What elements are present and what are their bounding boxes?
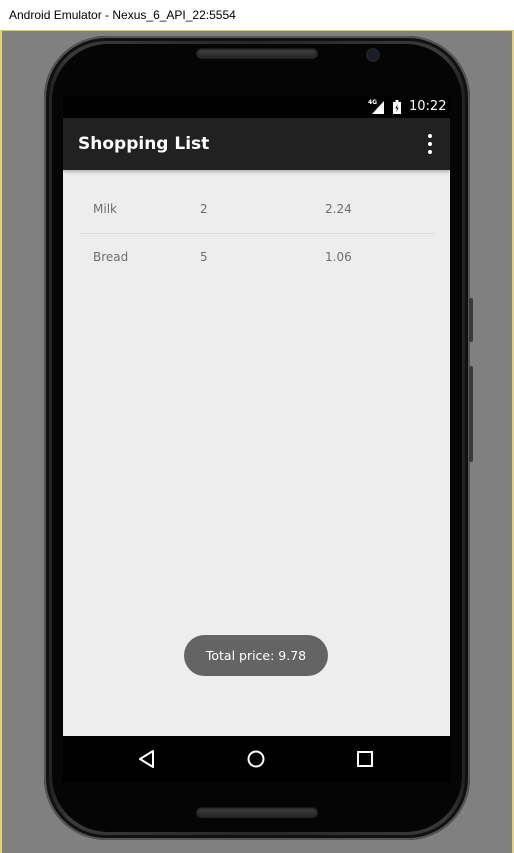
volume-button[interactable] — [469, 366, 473, 462]
power-button[interactable] — [469, 298, 473, 342]
battery-icon — [393, 100, 401, 114]
item-quantity: 5 — [200, 250, 208, 264]
home-icon[interactable] — [244, 747, 268, 771]
navigation-bar — [63, 736, 450, 782]
app-title: Shopping List — [78, 134, 210, 154]
item-name: Bread — [93, 250, 129, 264]
total-price-toast: Total price: 9.78 — [184, 635, 328, 676]
recents-icon[interactable] — [353, 747, 377, 771]
shopping-list: Milk 2 2.24 Bread 5 1.06 — [80, 186, 434, 282]
back-icon[interactable] — [135, 747, 159, 771]
window-titlebar[interactable]: Android Emulator - Nexus_6_API_22:5554 — [0, 0, 514, 31]
window-title: Android Emulator - Nexus_6_API_22:5554 — [9, 8, 236, 22]
item-quantity: 2 — [200, 202, 208, 216]
status-bar: 4G 10:22 — [63, 96, 450, 118]
emulator-window: Android Emulator - Nexus_6_API_22:5554 4… — [0, 0, 514, 853]
list-item[interactable]: Milk 2 2.24 — [80, 186, 434, 234]
item-price: 1.06 — [325, 250, 352, 264]
bottom-speaker-grille — [196, 807, 318, 818]
more-vert-icon[interactable] — [416, 130, 444, 158]
item-price: 2.24 — [325, 202, 352, 216]
item-name: Milk — [93, 202, 117, 216]
signal-icon — [372, 101, 384, 114]
window-border-left — [0, 31, 2, 853]
top-speaker-grille — [196, 48, 318, 59]
list-item[interactable]: Bread 5 1.06 — [80, 234, 434, 282]
app-bar: Shopping List — [63, 118, 450, 170]
front-camera-icon — [368, 50, 378, 60]
device-screen: 4G 10:22 Shopping List Milk 2 2.24 Bread… — [63, 96, 450, 736]
status-clock: 10:22 — [409, 99, 447, 114]
